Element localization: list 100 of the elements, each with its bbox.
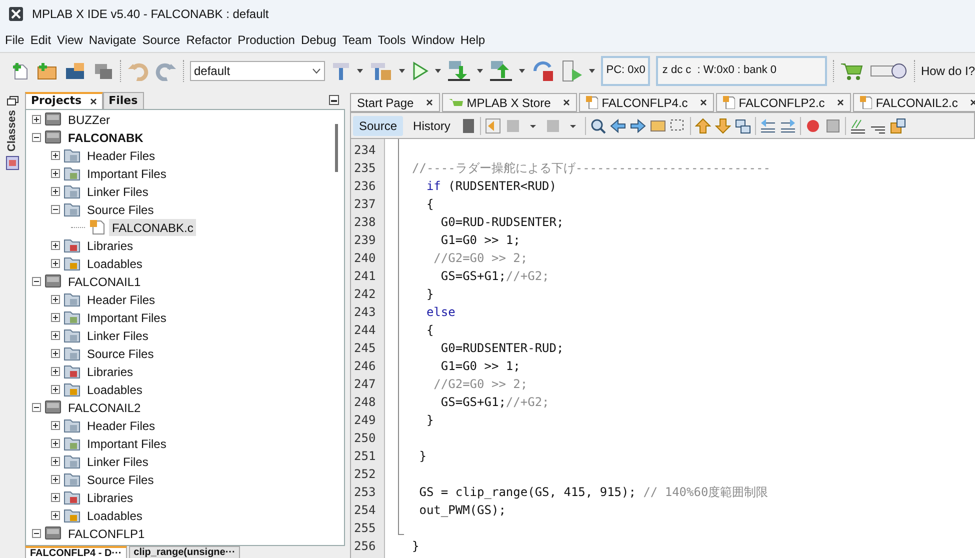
menu-item[interactable]: Source [139,31,184,49]
tree-item[interactable]: BUZZer [65,110,113,128]
new-project-icon[interactable] [36,60,58,80]
editor-tab[interactable]: FALCONFLP4.c [578,93,714,112]
expander-icon[interactable] [51,348,60,358]
menu-item[interactable]: Tools [374,31,409,49]
menu-item[interactable]: Debug [298,31,340,49]
tree-item[interactable]: Loadables [84,380,146,398]
panel-tab[interactable]: Projects [25,92,103,109]
panel-tab[interactable]: Files [102,92,144,109]
tree-item[interactable]: Loadables [84,506,146,524]
dropdown-arrow-icon[interactable] [435,68,442,72]
tree-item[interactable]: FALCONFLP1 [65,524,148,542]
tree-item[interactable]: Important Files [84,434,170,452]
expander-icon[interactable] [51,510,60,520]
tree-item[interactable]: Important Files [84,308,170,326]
menu-item[interactable]: Help [457,31,488,49]
expander-icon[interactable] [32,114,41,124]
download-icon[interactable] [447,60,472,82]
panel-tab[interactable]: FALCONFLP4 - D··· [25,546,127,558]
dropdown-arrow-icon[interactable] [477,68,484,72]
debug-icon[interactable] [561,60,584,82]
expander-icon[interactable] [51,312,60,322]
dropdown-arrow-icon[interactable] [589,68,596,72]
shift-left-icon[interactable] [760,118,776,134]
tree-item[interactable]: Libraries [84,362,136,380]
tree-item[interactable]: Source Files [84,344,157,362]
upload-icon[interactable] [489,60,514,82]
menu-item[interactable]: Production [234,31,298,49]
tree-item[interactable]: Header Files [84,146,158,164]
expander-icon[interactable] [51,366,60,376]
comment-icon[interactable] [850,118,866,134]
tree-item[interactable]: Source Files [84,470,157,488]
dropdown-arrow-icon[interactable] [519,68,526,72]
tree-item[interactable]: Libraries [84,488,136,506]
menu-item[interactable]: Refactor [183,31,235,49]
tree-item[interactable]: Linker Files [84,182,152,200]
expander-icon[interactable] [32,132,41,142]
tree-item[interactable]: Loadables [84,254,146,272]
tree-item[interactable]: FALCONABK.c [109,218,196,236]
expander-icon[interactable] [32,528,41,538]
close-icon[interactable] [562,99,570,106]
tree-item[interactable]: Libraries [84,236,136,254]
new-file-icon[interactable] [10,60,30,80]
expander-icon[interactable] [51,258,60,268]
expander-icon[interactable] [51,330,60,340]
class-view-icon[interactable] [6,156,20,171]
find-next-icon[interactable] [630,118,646,134]
bookmark-previous-icon[interactable] [695,118,712,134]
tree-item[interactable]: FALCONAIL1 [65,272,144,290]
menu-item[interactable]: Window [408,31,458,49]
bookmark-next-icon[interactable] [715,118,732,134]
menu-item[interactable]: Navigate [86,31,140,49]
expander-icon[interactable] [51,204,60,214]
restore-window-icon[interactable] [6,96,18,106]
tree-item[interactable]: FALCONABK [65,128,146,146]
expander-icon[interactable] [51,420,60,430]
close-icon[interactable] [426,99,433,106]
menu-item[interactable]: File [2,31,28,49]
expander-icon[interactable] [51,474,60,484]
close-icon[interactable] [700,99,707,106]
stop-macro-icon[interactable] [825,118,842,134]
tree-item[interactable]: FALCONAIL2 [65,398,144,416]
view-tab[interactable]: Source [353,116,404,136]
close-icon[interactable] [970,99,975,106]
minimize-icon[interactable] [329,95,339,105]
tree-item[interactable]: Source Files [84,200,157,218]
tree-item[interactable]: Linker Files [84,452,152,470]
editor-tab[interactable]: Start Page [350,93,440,112]
expander-icon[interactable] [51,168,60,178]
open-project-icon[interactable] [64,60,86,80]
tree-item[interactable]: Header Files [84,416,158,434]
search-icon[interactable] [590,118,606,134]
expander-icon[interactable] [51,384,60,394]
editor-tab[interactable]: FALCONFLP2.c [716,93,851,112]
tree-item[interactable]: Important Files [84,164,170,182]
classes-tab[interactable]: Classes [4,110,21,152]
dropdown-arrow-icon[interactable] [399,68,406,72]
tree-item[interactable]: Linker Files [84,326,152,344]
help-search-label[interactable]: How do I? [920,62,975,80]
expander-icon[interactable] [32,276,41,286]
view-tab[interactable]: History [407,116,456,136]
close-icon[interactable] [90,98,97,105]
expander-icon[interactable] [51,438,60,448]
editor-tab[interactable]: FALCONAIL2.c [852,93,975,112]
configuration-dropdown[interactable]: default [190,60,326,80]
menu-item[interactable]: Team [339,31,375,49]
expander-icon[interactable] [51,240,60,250]
close-icon[interactable] [836,99,844,106]
toggle-bookmark-icon[interactable] [735,118,752,134]
expander-icon[interactable] [51,492,60,502]
selection-icon[interactable] [670,118,686,134]
chip-globe-icon[interactable] [870,62,908,80]
menu-item[interactable]: View [54,31,86,49]
diff-icon[interactable] [890,118,906,134]
expander-icon[interactable] [51,294,60,304]
play-icon[interactable] [411,60,430,80]
menu-item[interactable]: Edit [27,31,54,49]
shopping-cart-icon[interactable] [840,60,864,80]
expander-icon[interactable] [32,402,41,412]
